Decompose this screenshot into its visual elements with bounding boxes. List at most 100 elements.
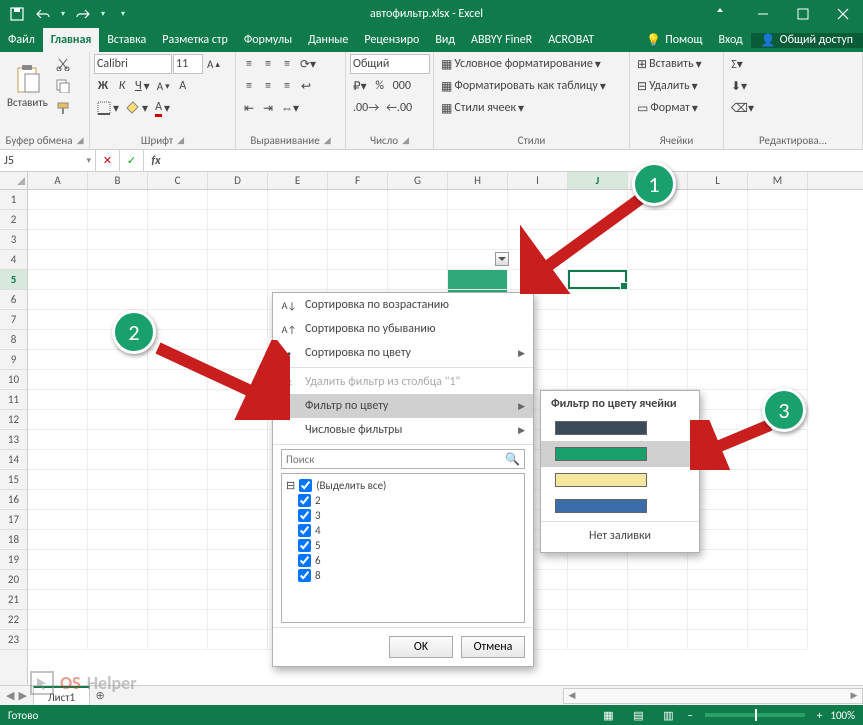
cell[interactable] (748, 310, 808, 330)
cell[interactable] (568, 250, 628, 270)
cell[interactable] (748, 430, 808, 450)
col-header-F[interactable]: F (328, 172, 388, 189)
formula-input[interactable] (168, 150, 863, 171)
cell[interactable] (28, 310, 88, 330)
color-swatch[interactable] (541, 441, 699, 467)
minimize-icon[interactable] (743, 0, 783, 28)
italic-icon[interactable]: К (113, 76, 131, 96)
cell[interactable] (748, 190, 808, 210)
cell[interactable] (568, 590, 628, 610)
ribbon-options-icon[interactable] (713, 7, 743, 21)
cell[interactable] (628, 570, 688, 590)
filter-item[interactable]: 8 (286, 568, 520, 583)
cell[interactable] (208, 310, 268, 330)
insert-cells-button[interactable]: ⊞Вставить▾ (634, 54, 719, 74)
phonetic-icon[interactable]: A (174, 76, 192, 96)
row-header-5[interactable]: 5 (0, 270, 27, 290)
cell[interactable] (28, 250, 88, 270)
cell[interactable] (568, 350, 628, 370)
align-left-icon[interactable]: ≡ (240, 76, 258, 96)
format-cells-button[interactable]: ▭Формат▾ (634, 98, 719, 118)
cell[interactable] (508, 270, 568, 290)
zoom-out-icon[interactable]: − (687, 709, 692, 722)
cell[interactable] (628, 250, 688, 270)
checkbox[interactable] (298, 494, 311, 507)
row-header-11[interactable]: 11 (0, 390, 27, 410)
cell[interactable] (268, 190, 328, 210)
zoom-level[interactable]: 100% (830, 709, 855, 722)
qat-customize-icon[interactable]: ▾ (112, 3, 134, 25)
row-header-21[interactable]: 21 (0, 590, 27, 610)
cell[interactable] (88, 210, 148, 230)
cell[interactable] (28, 230, 88, 250)
sheet-next-icon[interactable]: ▶ (18, 689, 26, 702)
cell[interactable] (328, 250, 388, 270)
dialog-launcher-icon[interactable]: ◢ (402, 135, 409, 146)
row-header-7[interactable]: 7 (0, 310, 27, 330)
increase-indent-icon[interactable]: ⇥ (259, 98, 277, 118)
paste-button[interactable]: Вставить (4, 54, 51, 118)
cell[interactable] (148, 530, 208, 550)
copy-icon[interactable] (53, 76, 73, 96)
format-painter-icon[interactable] (53, 98, 73, 118)
cell[interactable] (748, 570, 808, 590)
cell[interactable] (568, 610, 628, 630)
cell[interactable] (688, 630, 748, 650)
maximize-icon[interactable] (783, 0, 823, 28)
filter-item[interactable]: 5 (286, 538, 520, 553)
cell[interactable] (28, 610, 88, 630)
checkbox[interactable] (298, 539, 311, 552)
cell[interactable] (148, 490, 208, 510)
cell[interactable] (28, 490, 88, 510)
decrease-decimal-icon[interactable]: ←.00 (383, 98, 415, 118)
cell[interactable] (148, 310, 208, 330)
currency-icon[interactable]: ₽▾ (350, 76, 370, 96)
tab-formulas[interactable]: Формулы (236, 28, 300, 52)
cell[interactable] (208, 550, 268, 570)
cell[interactable] (148, 370, 208, 390)
cell[interactable] (208, 250, 268, 270)
filter-checklist[interactable]: ⊟(Выделить все) 234568 (281, 473, 525, 623)
cell[interactable] (28, 510, 88, 530)
dialog-launcher-icon[interactable]: ◢ (77, 135, 84, 146)
cell[interactable] (208, 510, 268, 530)
cell[interactable] (88, 190, 148, 210)
cell[interactable] (328, 210, 388, 230)
cell[interactable] (268, 250, 328, 270)
checkbox[interactable] (299, 479, 312, 492)
filter-item[interactable]: 3 (286, 508, 520, 523)
color-swatch[interactable] (541, 415, 699, 441)
cell[interactable] (508, 250, 568, 270)
cell[interactable] (568, 270, 628, 290)
font-color-icon[interactable]: A▾ (152, 98, 173, 118)
col-header-I[interactable]: I (508, 172, 568, 189)
cell[interactable] (28, 550, 88, 570)
cell[interactable] (28, 470, 88, 490)
cell[interactable] (148, 250, 208, 270)
cell[interactable] (748, 230, 808, 250)
cell[interactable] (688, 290, 748, 310)
cell[interactable] (88, 410, 148, 430)
sheet-prev-icon[interactable]: ◀ (6, 689, 14, 702)
cell[interactable] (148, 350, 208, 370)
align-bottom-icon[interactable]: ≡ (278, 54, 296, 74)
autofilter-dropdown-icon[interactable] (495, 252, 509, 266)
cell[interactable] (748, 490, 808, 510)
number-format-select[interactable] (350, 54, 430, 74)
cell[interactable] (28, 390, 88, 410)
cell[interactable] (148, 450, 208, 470)
cell[interactable] (628, 630, 688, 650)
cell[interactable] (208, 330, 268, 350)
cell[interactable] (688, 610, 748, 630)
cell[interactable] (748, 550, 808, 570)
share-button[interactable]: 👤 Общий доступ (751, 33, 863, 48)
color-swatch[interactable] (541, 493, 699, 519)
row-header-17[interactable]: 17 (0, 510, 27, 530)
row-header-14[interactable]: 14 (0, 450, 27, 470)
cell[interactable] (568, 330, 628, 350)
cell[interactable] (28, 290, 88, 310)
sort-by-color[interactable]: ▪Сортировка по цвету▶ (273, 341, 533, 365)
font-size-select[interactable] (173, 54, 203, 74)
cut-icon[interactable] (53, 54, 73, 74)
no-fill[interactable]: Нет заливки (541, 524, 699, 548)
